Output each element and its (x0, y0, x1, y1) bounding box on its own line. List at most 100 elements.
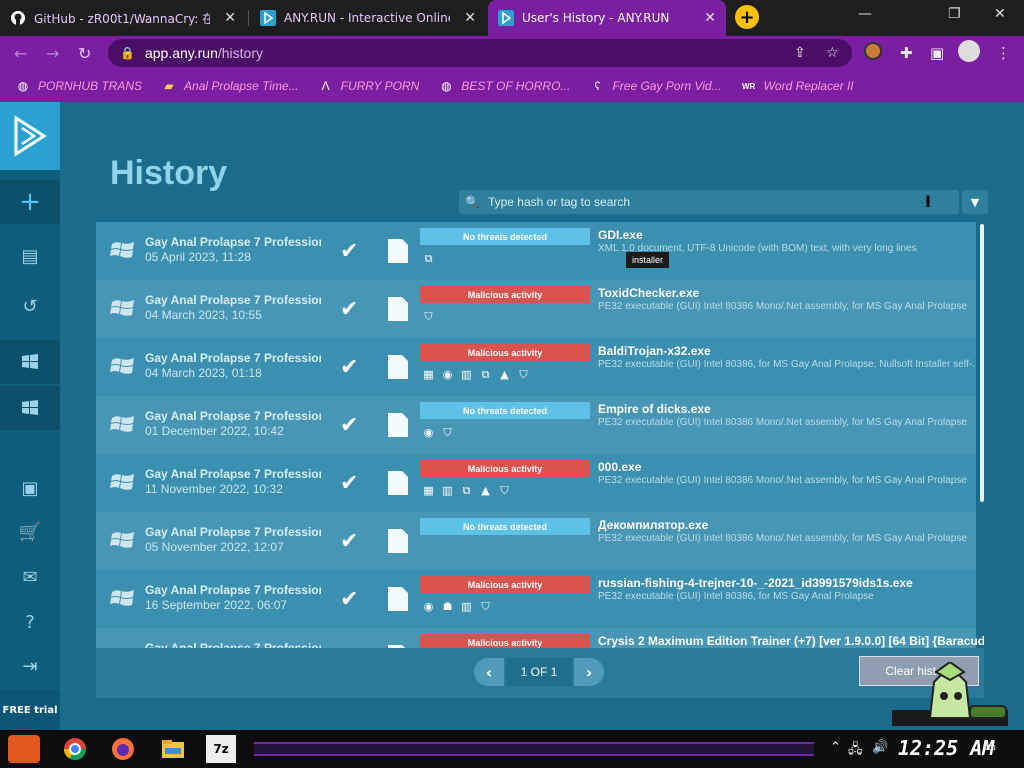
bookmark-item[interactable]: Λ FURRY PORN (319, 79, 420, 93)
next-page-button[interactable]: › (574, 658, 604, 686)
taskbar-explorer[interactable] (158, 735, 188, 763)
shield-icon[interactable]: ⛉ (498, 484, 511, 497)
warning-icon[interactable]: ▲ (498, 368, 511, 381)
bookmark-label: PORNHUB TRANS (38, 79, 143, 93)
share-icon[interactable]: ⇪ (794, 45, 806, 61)
shield-icon[interactable]: ⛉ (422, 310, 435, 323)
os-label: Gay Anal Prolapse 7 Professional (145, 641, 321, 648)
tray-expand-icon[interactable]: ⌃ (830, 740, 841, 755)
file-name[interactable]: 000.exe (598, 460, 641, 474)
window-icon[interactable]: ⧉ (479, 368, 492, 381)
eye-icon[interactable]: ◉ (422, 426, 435, 439)
shield-icon[interactable]: ⛉ (517, 368, 530, 381)
volume-icon[interactable]: 🔊 (872, 740, 888, 755)
exe-icon[interactable]: ▥ (460, 368, 473, 381)
grid-icon[interactable]: ▦ (422, 484, 435, 497)
table-row[interactable]: Gay Anal Prolapse 7 Professional 05 Nove… (96, 512, 976, 570)
extension-avatar-icon[interactable] (864, 42, 882, 60)
filter-icon: ▼ (970, 195, 980, 209)
start-button[interactable] (8, 735, 40, 763)
check-icon: ✔ (340, 471, 359, 496)
bookmark-item[interactable]: ▰ Anal Prolapse Time... (162, 79, 298, 93)
table-row[interactable]: Gay Anal Prolapse 7 Professional 04 Marc… (96, 280, 976, 338)
table-row[interactable]: Gay Anal Prolapse 7 Professional ✔ Malic… (96, 628, 984, 648)
close-icon[interactable]: ✕ (224, 10, 236, 26)
file-name[interactable]: GDI.exe (598, 228, 643, 242)
shield-icon[interactable]: ⛉ (479, 600, 492, 613)
url-field[interactable]: 🔒 app.any.run/history ⇪ ☆ (108, 39, 852, 67)
exe-icon[interactable]: ▥ (460, 600, 473, 613)
file-name[interactable]: ToxidChecker.exe (598, 286, 699, 300)
shield-icon[interactable]: ⛉ (441, 426, 454, 439)
extensions-icon[interactable]: ✚ (900, 44, 913, 62)
bookmark-item[interactable]: WR Word Replacer II (742, 79, 854, 93)
robot-icon[interactable]: ☗ (441, 600, 454, 613)
sidebar-item-help[interactable]: ? (0, 600, 60, 644)
file-name[interactable]: Empire of dicks.exe (598, 402, 711, 416)
search-input[interactable] (487, 195, 928, 209)
anyrun-icon (260, 10, 276, 26)
sidebar-item-logout[interactable]: ⇥ (0, 644, 60, 688)
file-name[interactable]: Crysis 2 Maximum Edition Trainer (+7) [v… (598, 634, 984, 648)
github-icon (11, 11, 25, 25)
network-icon[interactable]: 🖧 (848, 740, 863, 762)
reload-icon[interactable]: ↻ (78, 44, 91, 63)
profile-card-icon: ▣ (21, 477, 39, 499)
windows-icon (22, 354, 38, 369)
file-icon (388, 529, 408, 553)
taskbar-firefox[interactable] (108, 735, 138, 763)
scrollbar[interactable] (980, 224, 984, 502)
file-name[interactable]: Декомпилятор.exe (598, 518, 708, 532)
taskbar-chrome[interactable] (60, 735, 90, 763)
bookmark-item[interactable]: ʕ Free Gay Porn Vid... (590, 79, 721, 93)
table-row[interactable]: Gay Anal Prolapse 7 Professional 11 Nove… (96, 454, 976, 512)
filter-button[interactable]: ▼ (962, 190, 988, 214)
window-icon[interactable]: ⧉ (460, 484, 473, 497)
exe-icon[interactable]: ▥ (441, 484, 454, 497)
sidebar-item-mail[interactable]: ✉ (0, 555, 60, 599)
file-name[interactable]: BaldiTrojan-x32.exe (598, 344, 711, 358)
table-row[interactable]: Gay Anal Prolapse 7 Professional 05 Apri… (96, 222, 976, 280)
bookmark-star-icon[interactable]: ☆ (826, 45, 839, 61)
tab-history[interactable]: User's History - ANY.RUN ✕ (488, 0, 726, 36)
table-row[interactable]: Gay Anal Prolapse 7 Professional 04 Marc… (96, 338, 976, 396)
eye-icon[interactable]: ◉ (441, 368, 454, 381)
profile-icon[interactable] (958, 40, 980, 62)
table-row[interactable]: Gay Anal Prolapse 7 Professional 16 Sept… (96, 570, 976, 628)
new-tab-button[interactable]: + (735, 5, 759, 29)
sidebar-item-windows-10[interactable] (0, 386, 60, 430)
close-icon[interactable]: ✕ (704, 10, 716, 26)
file-name[interactable]: russian-fishing-4-trejner-10-_-2021_id39… (598, 576, 913, 590)
forward-icon[interactable]: → (46, 44, 59, 63)
menu-icon[interactable]: ⋮ (996, 44, 1011, 62)
close-window-icon[interactable]: ✕ (994, 6, 1006, 22)
grid-icon[interactable]: ▦ (422, 368, 435, 381)
table-row[interactable]: Gay Anal Prolapse 7 Professional 01 Dece… (96, 396, 976, 454)
sidebar-item-reports[interactable]: ▤ (0, 234, 60, 278)
free-trial-button[interactable]: FREE trial (0, 690, 60, 730)
notification-icon[interactable]: ▭ (984, 740, 996, 755)
taskbar-7zip[interactable]: 7z (206, 735, 236, 763)
bookmark-item[interactable]: ◍ PORNHUB TRANS (16, 79, 142, 93)
warning-icon[interactable]: ▲ (479, 484, 492, 497)
minimize-icon[interactable]: — (858, 6, 872, 22)
new-task-button[interactable]: + (0, 180, 60, 224)
prev-page-button[interactable]: ‹ (474, 658, 504, 686)
back-icon[interactable]: ← (14, 44, 27, 63)
sidebar-item-windows-7[interactable] (0, 340, 60, 384)
anyrun-logo[interactable] (0, 102, 60, 170)
verdict-badge: Malicious activity (420, 344, 590, 361)
clock[interactable]: 12:25 AM (898, 736, 994, 760)
search-bar[interactable]: 🔍 (459, 190, 959, 214)
maximize-icon[interactable]: ❐ (948, 6, 961, 22)
window-icon[interactable]: ⧉ (422, 252, 435, 265)
sidepanel-icon[interactable]: ▣ (930, 44, 944, 62)
sidebar-item-profile[interactable]: ▣ (0, 466, 60, 510)
tab-github[interactable]: GitHub - zR00t1/WannaCry: 在 ✕ (0, 0, 246, 36)
sidebar-item-cart[interactable]: 🛒 (0, 510, 60, 554)
sidebar-item-history[interactable]: ↺ (0, 284, 60, 328)
eye-icon[interactable]: ◉ (422, 600, 435, 613)
bookmark-item[interactable]: ◍ BEST OF HORRO... (439, 79, 570, 93)
close-icon[interactable]: ✕ (464, 10, 476, 26)
tab-anyrun[interactable]: ANY.RUN - Interactive Online M ✕ (250, 0, 486, 36)
